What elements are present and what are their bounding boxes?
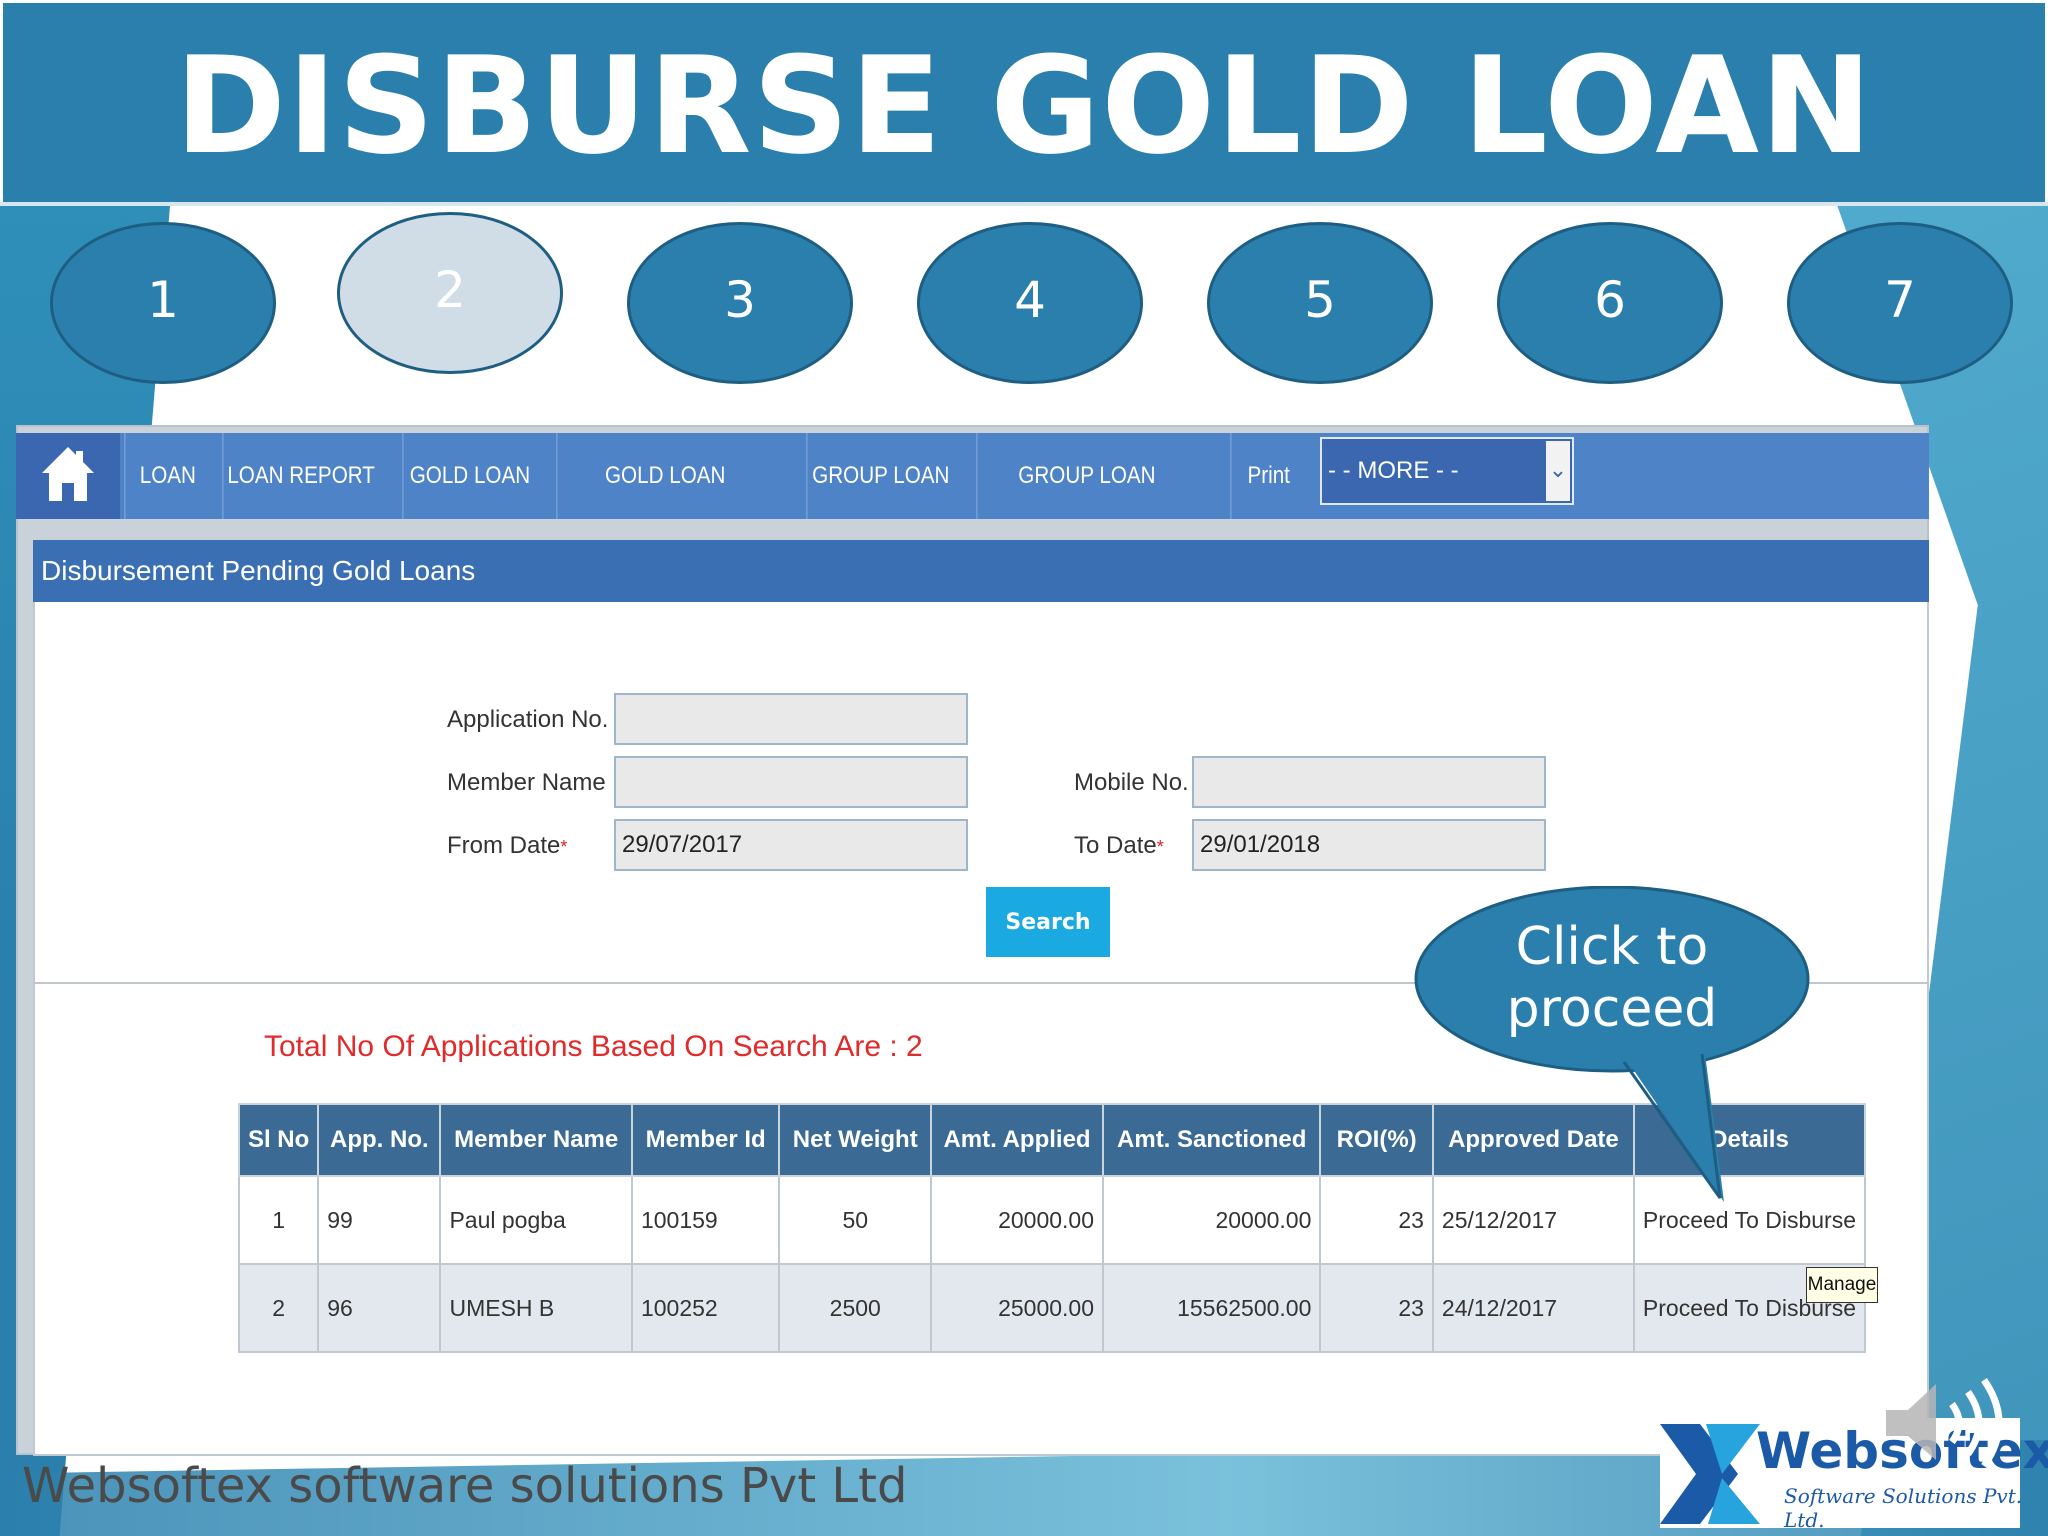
nav-gold-loan[interactable]: GOLD LOAN (402, 433, 536, 519)
search-button[interactable]: Search (986, 887, 1110, 957)
title-banner-edge (0, 202, 2048, 206)
step-1[interactable]: 1 (50, 222, 276, 384)
col-member-id: Member Id (630, 1103, 781, 1177)
step-5[interactable]: 5 (1207, 222, 1433, 384)
application-no-input[interactable] (614, 693, 968, 745)
col-sl-no: Sl No (237, 1103, 320, 1177)
more-select[interactable]: - - MORE - - (1320, 437, 1574, 505)
member-name-input[interactable] (614, 756, 968, 808)
to-date-input[interactable] (1192, 819, 1546, 871)
table-row: 2 96 UMESH B 100252 2500 25000.00 155625… (237, 1263, 1867, 1353)
application-no-label: Application No. (447, 706, 609, 733)
cell-net-weight: 50 (778, 1175, 933, 1265)
panel-title: Disbursement Pending Gold Loans (33, 540, 1929, 602)
more-select-value: - - MORE - - (1328, 457, 1459, 484)
footer-company: Websoftex software solutions Pvt Ltd (22, 1458, 908, 1514)
nav-group-loan-report[interactable]: GROUP LOAN REPORT (976, 433, 1196, 575)
step-7[interactable]: 7 (1787, 222, 2013, 384)
cell-roi: 23 (1319, 1263, 1434, 1353)
home-icon (42, 447, 94, 501)
col-app-no: App. No. (317, 1103, 442, 1177)
nav-loan-report[interactable]: LOAN REPORT (222, 433, 379, 519)
cell-amt-sanctioned: 20000.00 (1102, 1175, 1322, 1265)
step-6[interactable]: 6 (1497, 222, 1723, 384)
callout-text: Click to proceed (1506, 917, 1718, 1039)
required-mark: * (560, 837, 568, 857)
to-date-label: To Date* (1074, 832, 1164, 860)
required-mark: * (1156, 837, 1164, 857)
step-4[interactable]: 4 (917, 222, 1143, 384)
from-date-label: From Date* (447, 832, 567, 860)
logo-tagline: Software Solutions Pvt. Ltd. (1784, 1484, 2023, 1532)
step-3[interactable]: 3 (627, 222, 853, 384)
cell-net-weight: 2500 (778, 1263, 933, 1353)
cell-approved-date: 24/12/2017 (1431, 1263, 1635, 1353)
cell-member-id: 100252 (630, 1263, 781, 1353)
cell-amt-sanctioned: 15562500.00 (1102, 1263, 1322, 1353)
col-amt-sanctioned: Amt. Sanctioned (1102, 1103, 1322, 1177)
nav-group-loan[interactable]: GROUP LOAN (806, 433, 954, 519)
cell-app-no: 99 (317, 1175, 442, 1265)
nav-home[interactable] (16, 433, 120, 519)
mobile-no-input[interactable] (1192, 756, 1546, 808)
cell-app-no: 96 (317, 1263, 442, 1353)
col-net-weight: Net Weight (778, 1103, 933, 1177)
cell-member-id: 100159 (630, 1175, 781, 1265)
to-date-label-text: To Date (1074, 832, 1157, 859)
cell-sl-no: 1 (237, 1175, 320, 1265)
slide-title: DISBURSE GOLD LOAN (174, 28, 1874, 184)
manage-tooltip: Manage (1806, 1267, 1878, 1303)
nav-print[interactable]: Print (1230, 433, 1306, 519)
from-date-label-text: From Date (447, 832, 561, 859)
cell-member-name: UMESH B (439, 1263, 633, 1353)
from-date-input[interactable] (614, 819, 968, 871)
col-amt-applied: Amt. Applied (930, 1103, 1105, 1177)
mobile-no-label: Mobile No. (1074, 769, 1189, 796)
col-member-name: Member Name (439, 1103, 633, 1177)
cell-amt-applied: 25000.00 (930, 1263, 1105, 1353)
speaker-icon[interactable] (1880, 1368, 2020, 1478)
cell-member-name: Paul pogba (439, 1175, 633, 1265)
total-applications-text: Total No Of Applications Based On Search… (264, 1030, 923, 1063)
cell-amt-applied: 20000.00 (930, 1175, 1105, 1265)
chevron-down-icon[interactable]: ⌄ (1546, 441, 1570, 501)
step-2-active[interactable]: 2 (337, 212, 563, 374)
nav-loan[interactable]: LOAN (124, 433, 210, 519)
member-name-label: Member Name (447, 769, 606, 796)
cell-sl-no: 2 (237, 1263, 320, 1353)
nav-gold-loan-reports[interactable]: GOLD LOAN REPORTS (556, 433, 773, 575)
